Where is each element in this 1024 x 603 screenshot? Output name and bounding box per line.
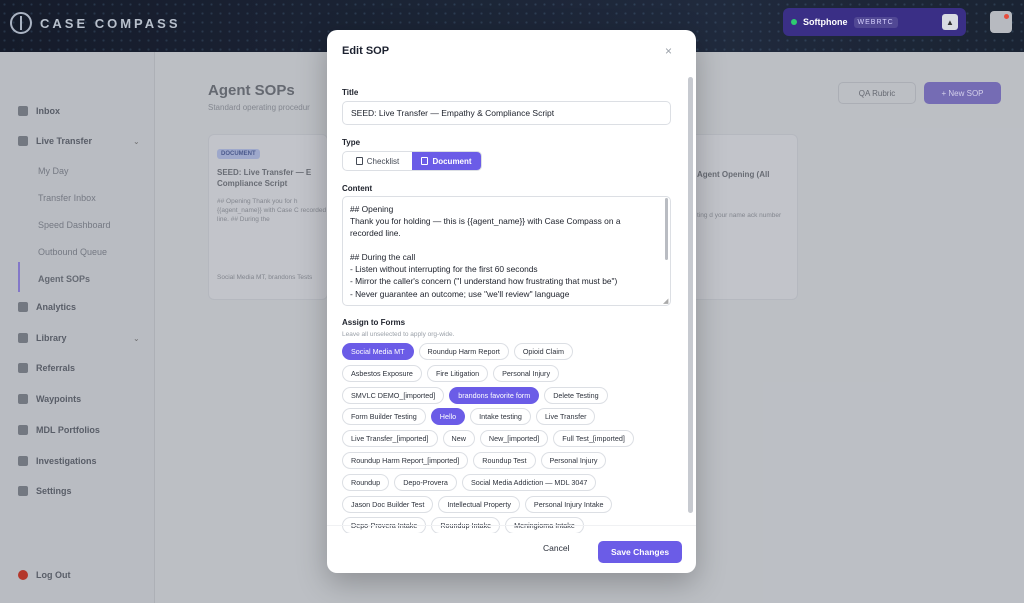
content-line: - Mirror the caller's concern ("I unders… [350, 276, 618, 287]
dialog-scrollbar[interactable] [688, 77, 693, 513]
forms-label: Assign to Forms [342, 318, 406, 327]
content-line: - Never guarantee an outcome; use "we'll… [350, 288, 570, 299]
form-chip[interactable]: New_[imported] [479, 430, 549, 448]
form-chip[interactable]: SMVLC DEMO_[imported] [342, 386, 445, 404]
form-chip[interactable]: New [442, 430, 475, 448]
chip-row: Asbestos Exposure Fire Litigation Personal… [342, 364, 560, 382]
form-chip[interactable]: Personal Injury [540, 452, 607, 469]
softphone-widget[interactable]: Softphone WEBRTC ▲ [783, 8, 966, 36]
form-chip[interactable]: Roundup Test [473, 452, 536, 469]
content-line: ## Opening [350, 204, 394, 214]
textarea-scrollbar[interactable] [665, 198, 668, 260]
type-label: Type [342, 138, 361, 147]
form-chip[interactable]: Intake testing [470, 408, 531, 426]
content-textarea[interactable]: ## Opening Thank you for holding — this i… [342, 196, 671, 306]
content-line: Thank you for holding — this is {{agent_… [350, 216, 621, 227]
form-chip[interactable]: Roundup Harm Report [418, 343, 509, 360]
cancel-button[interactable]: Cancel [543, 543, 569, 553]
close-icon[interactable]: × [665, 44, 672, 58]
content-label: Content [342, 184, 373, 193]
softphone-expand-button[interactable]: ▲ [942, 14, 958, 30]
title-label: Title [342, 88, 359, 97]
option-label: Document [432, 156, 472, 166]
form-chip[interactable]: Live Transfer [535, 408, 596, 426]
form-chip[interactable]: Fire Litigation [426, 364, 489, 382]
dialog-title: Edit SOP [342, 45, 390, 57]
chip-row: Form Builder Testing Hello Intake testing L… [342, 408, 596, 426]
forms-chip-list: Social Media MT Roundup Harm Report Opioid… [342, 343, 682, 533]
form-chip[interactable]: brandons favorite form [449, 386, 540, 404]
chip-row: Live Transfer_[imported] New New_[imported… [342, 430, 634, 448]
document-icon [421, 157, 429, 165]
form-chip[interactable]: Asbestos Exposure [342, 364, 422, 382]
notifications-button[interactable] [990, 11, 1012, 33]
form-chip[interactable]: Form Builder Testing [342, 408, 426, 426]
chip-row: Roundup Depo-Provera Social Media Addictio… [342, 473, 597, 491]
resize-handle-icon[interactable]: ◢ [663, 297, 668, 305]
form-chip[interactable]: Roundup [342, 473, 390, 491]
form-chip[interactable]: Jason Doc Builder Test [342, 495, 434, 513]
form-chip[interactable]: Personal Injury Intake [524, 495, 613, 513]
option-label: Checklist [366, 156, 400, 166]
form-chip[interactable]: Delete Testing [544, 386, 608, 404]
softphone-title: Softphone [803, 17, 848, 27]
app-logo[interactable]: CASE COMPASS [10, 12, 181, 34]
type-document-option[interactable]: Document [412, 152, 481, 170]
type-checklist-option[interactable]: Checklist [343, 152, 412, 170]
checklist-icon [355, 157, 363, 165]
chip-row: Jason Doc Builder Test Intellectual Prope… [342, 495, 613, 513]
chip-row: Social Media MT Roundup Harm Report Opioid… [342, 343, 573, 360]
webrtc-badge: WEBRTC [853, 16, 898, 28]
scroll-thumb[interactable] [688, 77, 693, 513]
form-chip[interactable]: Social Media Addiction — MDL 3047 [461, 473, 597, 491]
online-status-icon [791, 19, 797, 25]
forms-hint: Leave all unselected to apply org-wide. [342, 331, 455, 338]
compass-icon [10, 12, 32, 34]
form-chip[interactable]: Depo-Provera [394, 473, 457, 491]
form-chip[interactable]: Hello [430, 408, 466, 426]
form-chip[interactable]: Intellectual Property [438, 495, 520, 513]
type-toggle: Checklist Document [342, 151, 482, 171]
chip-row: Roundup Harm Report_[imported] Roundup Te… [342, 452, 607, 469]
form-chip[interactable]: Live Transfer_[imported] [342, 430, 438, 448]
form-chip[interactable]: Roundup Harm Report_[imported] [342, 452, 469, 469]
form-chip[interactable]: Full Test_[imported] [553, 430, 634, 448]
title-input[interactable]: SEED: Live Transfer — Empathy & Complian… [342, 101, 671, 125]
form-chip[interactable]: Opioid Claim [513, 343, 573, 360]
content-line: - Listen without interrupting for the fi… [350, 264, 538, 275]
edit-sop-dialog: Edit SOP × Title SEED: Live Transfer — E… [327, 30, 696, 573]
content-line: recorded line. [350, 228, 401, 239]
form-chip[interactable]: Personal Injury [493, 364, 560, 382]
save-changes-button[interactable]: Save Changes [598, 541, 682, 563]
content-line: ## During the call [350, 252, 416, 263]
form-chip[interactable]: Social Media MT [342, 343, 414, 360]
logo-text: CASE COMPASS [40, 15, 181, 31]
footer-divider [327, 525, 696, 526]
content-line [350, 239, 663, 251]
chip-row: SMVLC DEMO_[imported] brandons favorite f… [342, 386, 608, 404]
